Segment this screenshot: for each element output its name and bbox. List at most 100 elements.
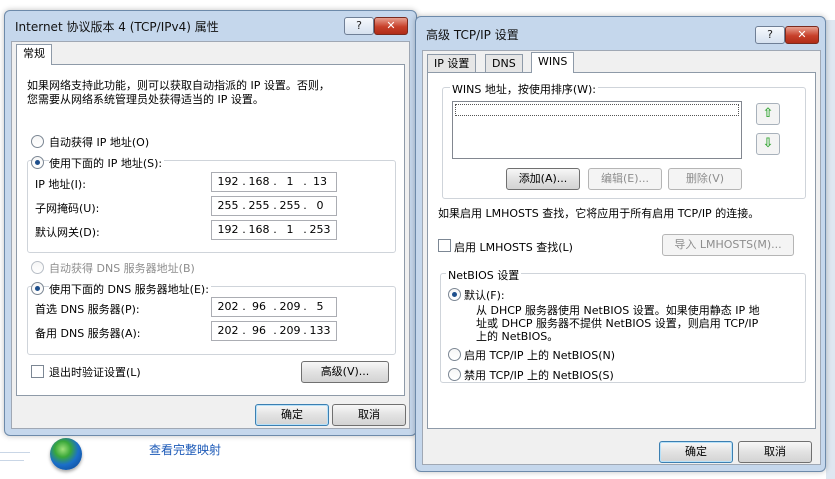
tab-content-general: 如果网络支持此功能，则可以获取自动指派的 IP 设置。否则， 您需要从网络系统管…: [16, 64, 405, 396]
disable-netbios-radio[interactable]: [448, 368, 461, 381]
ip-dot: .: [303, 175, 307, 188]
ip-octet-4: 13: [313, 175, 327, 188]
mask-octet-1: 255: [217, 199, 239, 212]
ip-dot: .: [273, 223, 277, 236]
netbios-default-desc-3: 上的 NetBIOS。: [476, 330, 559, 343]
dialog-title: Internet 协议版本 4 (TCP/IPv4) 属性: [15, 20, 219, 34]
ip-octet-3: 1: [286, 175, 294, 188]
move-down-button[interactable]: ⇩: [756, 133, 780, 155]
tab-wins[interactable]: WINS: [531, 52, 575, 73]
list-focus-rect: [455, 104, 739, 116]
dns2-octet-2: 96: [252, 324, 266, 337]
dns1-octet-3: 209: [279, 300, 301, 313]
lmhosts-note: 如果启用 LMHOSTS 查找，它将应用于所有启用 TCP/IP 的连接。: [438, 207, 760, 220]
remove-button[interactable]: 删除(V): [668, 168, 742, 190]
ip-dot: .: [273, 175, 277, 188]
dns2-octet-1: 202: [217, 324, 239, 337]
move-up-button[interactable]: ⇧: [756, 103, 780, 125]
ip-dot: .: [303, 199, 307, 212]
cancel-button[interactable]: 取消: [738, 441, 812, 463]
enable-lmhosts-checkbox[interactable]: [438, 239, 451, 252]
ip-dot: .: [273, 324, 277, 337]
dialog-body: IP 设置 DNS WINS WINS 地址，按使用排序(W): ⇧ ⇩ 添加(…: [422, 50, 821, 465]
validate-on-exit-checkbox[interactable]: [31, 365, 44, 378]
manual-ip-label: 使用下面的 IP 地址(S):: [49, 155, 165, 171]
add-button[interactable]: 添加(A)...: [506, 168, 580, 190]
dns1-octet-4: 5: [316, 300, 324, 313]
mask-octet-3: 255: [279, 199, 301, 212]
enable-lmhosts-label: 启用 LMHOSTS 查找(L): [454, 241, 573, 254]
ip-octet-2: 168: [248, 175, 270, 188]
validate-on-exit-label: 退出时验证设置(L): [49, 366, 141, 379]
netbios-default-radio[interactable]: [448, 288, 461, 301]
ip-dot: .: [242, 199, 246, 212]
auto-ip-label: 自动获得 IP 地址(O): [49, 136, 150, 149]
tab-general[interactable]: 常规: [16, 44, 52, 65]
import-lmhosts-button[interactable]: 导入 LMHOSTS(M)...: [662, 234, 794, 256]
arrow-down-icon: ⇩: [762, 136, 774, 151]
ip-dot: .: [242, 175, 246, 188]
ip-dot: .: [303, 324, 307, 337]
auto-ip-radio[interactable]: [31, 135, 44, 148]
ip-dot: .: [242, 223, 246, 236]
dns2-octet-3: 209: [279, 324, 301, 337]
description-line-2: 您需要从网络系统管理员处获得适当的 IP 设置。: [27, 93, 264, 106]
tab-content-wins: WINS 地址，按使用排序(W): ⇧ ⇩ 添加(A)... 编辑(E)... …: [427, 72, 816, 429]
enable-netbios-radio[interactable]: [448, 348, 461, 361]
view-full-map-link[interactable]: 查看完整映射: [149, 441, 221, 458]
ip-dot: .: [303, 300, 307, 313]
ip-dot: .: [303, 223, 307, 236]
background-divider: [0, 452, 30, 453]
ip-dot: .: [242, 324, 246, 337]
wins-group-title: WINS 地址，按使用排序(W):: [450, 81, 598, 97]
mask-octet-2: 255: [248, 199, 270, 212]
subnet-mask-field[interactable]: 255 255 255 0 . . .: [211, 196, 337, 216]
edit-button[interactable]: 编辑(E)...: [588, 168, 662, 190]
gateway-octet-4: 253: [309, 223, 331, 236]
help-button[interactable]: ?: [344, 17, 374, 35]
help-button[interactable]: ?: [755, 26, 785, 44]
preferred-dns-field[interactable]: 202 96 209 5 . . .: [211, 297, 337, 317]
dns1-octet-1: 202: [217, 300, 239, 313]
advanced-button[interactable]: 高级(V)...: [301, 361, 389, 383]
auto-dns-label: 自动获得 DNS 服务器地址(B): [49, 262, 195, 275]
ip-dot: .: [273, 300, 277, 313]
ipv4-properties-dialog: Internet 协议版本 4 (TCP/IPv4) 属性 ? ✕ 常规 如果网…: [4, 10, 417, 436]
auto-dns-radio[interactable]: [31, 261, 44, 274]
manual-dns-radio[interactable]: [31, 282, 44, 295]
ip-octet-1: 192: [217, 175, 239, 188]
ip-address-field[interactable]: 192 168 1 13 . . .: [211, 172, 337, 192]
globe-icon: [50, 438, 82, 470]
tab-dns[interactable]: DNS: [485, 54, 523, 73]
alternate-dns-field[interactable]: 202 96 209 133 . . .: [211, 321, 337, 341]
manual-dns-label: 使用下面的 DNS 服务器地址(E):: [49, 281, 211, 297]
ip-address-label: IP 地址(I):: [35, 178, 86, 191]
dns1-octet-2: 96: [252, 300, 266, 313]
cancel-button[interactable]: 取消: [332, 404, 406, 426]
disable-netbios-label: 禁用 TCP/IP 上的 NetBIOS(S): [464, 369, 614, 382]
gateway-octet-2: 168: [248, 223, 270, 236]
subnet-mask-label: 子网掩码(U):: [35, 202, 100, 215]
gateway-octet-1: 192: [217, 223, 239, 236]
gateway-field[interactable]: 192 168 1 253 . . .: [211, 220, 337, 240]
advanced-tcpip-dialog: 高级 TCP/IP 设置 ? ✕ IP 设置 DNS WINS WINS 地址，…: [415, 16, 826, 472]
close-button[interactable]: ✕: [374, 17, 408, 35]
title-bar: Internet 协议版本 4 (TCP/IPv4) 属性 ? ✕: [5, 11, 416, 39]
ip-dot: .: [242, 300, 246, 313]
ip-dot: .: [273, 199, 277, 212]
ok-button[interactable]: 确定: [255, 404, 329, 426]
mask-octet-4: 0: [316, 199, 324, 212]
gateway-label: 默认网关(D):: [35, 226, 100, 239]
enable-netbios-label: 启用 TCP/IP 上的 NetBIOS(N): [464, 349, 616, 362]
close-button[interactable]: ✕: [785, 26, 819, 44]
manual-ip-radio[interactable]: [31, 156, 44, 169]
wins-address-list[interactable]: [452, 101, 742, 159]
preferred-dns-label: 首选 DNS 服务器(P):: [35, 303, 140, 316]
gateway-octet-3: 1: [286, 223, 294, 236]
netbios-default-label: 默认(F):: [464, 289, 505, 302]
tab-ip-settings[interactable]: IP 设置: [427, 54, 477, 73]
background-window-edge: [826, 20, 835, 479]
dialog-title: 高级 TCP/IP 设置: [426, 28, 519, 42]
dns2-octet-4: 133: [309, 324, 331, 337]
ok-button[interactable]: 确定: [659, 441, 733, 463]
